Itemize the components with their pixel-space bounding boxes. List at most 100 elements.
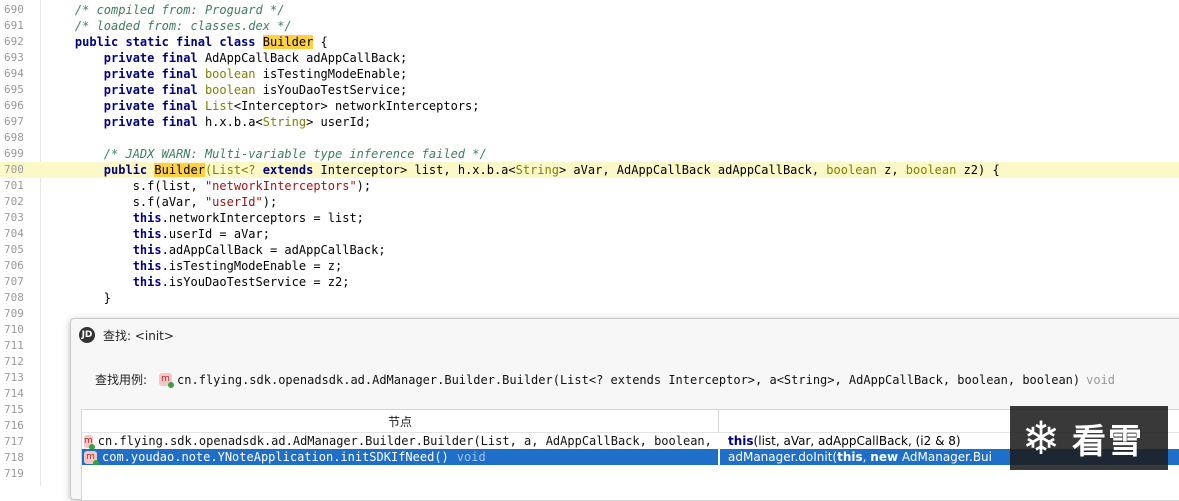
code-token: > aVar, AdAppCallBack adAppCallBack, (558, 163, 827, 177)
code-token: Builder (262, 35, 314, 49)
code-token: ); (262, 195, 278, 209)
code-line[interactable]: 697 private final h.x.b.a<String> userId… (0, 114, 1179, 130)
code-token: String (262, 115, 307, 129)
code-token: "networkInterceptors" (204, 179, 357, 193)
code-token: this (132, 275, 162, 289)
code-line[interactable]: 702 s.f(aVar, "userId"); (0, 194, 1179, 210)
line-number: 690 (4, 3, 24, 16)
line-number: 712 (4, 355, 24, 368)
code-line[interactable]: 704 this.userId = aVar; (0, 226, 1179, 242)
code-text: /* compiled from: Proguard */ (46, 2, 285, 18)
code-line[interactable]: 691 /* loaded from: classes.dex */ (0, 18, 1179, 34)
code-token: boolean (905, 163, 957, 177)
usage-return-type: void (456, 450, 486, 464)
code-line[interactable]: 700 public Builder(List<? extends Interc… (0, 162, 1179, 178)
watermark-text: 看雪 (1072, 421, 1144, 462)
column-header-node[interactable]: 节点 (82, 410, 719, 433)
code-token: .userId = aVar; (161, 227, 270, 241)
code-token: isYouDaoTestService; (255, 83, 408, 97)
code-text: s.f(list, "networkInterceptors"); (46, 178, 371, 194)
usage-row[interactable]: m cn.flying.sdk.openadsdk.ad.AdManager.B… (82, 433, 718, 449)
line-number: 695 (4, 83, 24, 96)
code-line[interactable]: 707 this.isYouDaoTestService = z2; (0, 274, 1179, 290)
code-text: private final AdAppCallBack adAppCallBac… (46, 50, 407, 66)
code-line[interactable]: 694 private final boolean isTestingModeE… (0, 66, 1179, 82)
code-token: { (313, 35, 328, 49)
code-line[interactable]: 695 private final boolean isYouDaoTestSe… (0, 82, 1179, 98)
line-number: 691 (4, 19, 24, 32)
code-line[interactable]: 692 public static final class Builder { (0, 34, 1179, 50)
code-text: /* loaded from: classes.dex */ (46, 18, 292, 34)
line-number: 702 (4, 195, 24, 208)
code-token: public (103, 163, 155, 177)
line-number: 714 (4, 387, 24, 400)
line-number: 699 (4, 147, 24, 160)
code-line[interactable]: 705 this.adAppCallBack = adAppCallBack; (0, 242, 1179, 258)
code-line[interactable]: 699 /* JADX WARN: Multi-variable type in… (0, 146, 1179, 162)
jadx-logo-icon: JD (79, 327, 95, 343)
code-token: /* JADX WARN: Multi-variable type infere… (103, 147, 487, 161)
code-line[interactable]: 708 } (0, 290, 1179, 306)
line-number: 715 (4, 403, 24, 416)
code-token: h.x.b.a< (204, 115, 263, 129)
line-number: 713 (4, 371, 24, 384)
method-icon: m (84, 434, 95, 449)
code-line[interactable]: 693 private final AdAppCallBack adAppCal… (0, 50, 1179, 66)
line-number: 717 (4, 435, 24, 448)
code-text: /* JADX WARN: Multi-variable type infere… (46, 146, 487, 162)
code-token: this (132, 211, 162, 225)
dialog-title: 查找: <init> (103, 328, 174, 343)
code-token: /* loaded from: classes.dex */ (74, 19, 292, 33)
kanxue-watermark: ❄ 看雪 (1010, 406, 1168, 470)
code-token: private final (103, 83, 205, 97)
code-token: private final (103, 51, 205, 65)
code-token: s.f(list, (46, 179, 205, 193)
line-number: 700 (4, 163, 24, 176)
line-number: 705 (4, 243, 24, 256)
line-number: 692 (4, 35, 24, 48)
code-token: Interceptor> list, h.x.b.a< (320, 163, 516, 177)
code-token: .adAppCallBack = adAppCallBack; (161, 243, 386, 257)
code-token: /* compiled from: Proguard */ (74, 3, 285, 17)
line-number: 698 (4, 131, 24, 144)
line-number: 697 (4, 115, 24, 128)
code-text: public Builder(List<? extends Intercepto… (46, 162, 1000, 178)
line-number: 710 (4, 323, 24, 336)
code-text: (list, aVar, adAppCallBack, (i2 & 8) (753, 434, 965, 448)
code-token: (List<? (204, 163, 263, 177)
code-line[interactable]: 698 (0, 130, 1179, 146)
find-usages-label: 查找用例: (95, 373, 148, 387)
code-text: adManager.doInit( (728, 450, 838, 464)
code-token: s.f(aVar, (46, 195, 205, 209)
code-token: boolean (826, 163, 877, 177)
line-number: 709 (4, 307, 24, 320)
code-text: private final List<Interceptor> networkI… (46, 98, 480, 114)
code-line[interactable]: 690 /* compiled from: Proguard */ (0, 2, 1179, 18)
code-token: AdAppCallBack adAppCallBack; (204, 51, 408, 65)
line-number: 703 (4, 211, 24, 224)
code-token: > userId; (306, 115, 372, 129)
code-line[interactable]: 696 private final List<Interceptor> netw… (0, 98, 1179, 114)
code-token: boolean (204, 67, 256, 81)
code-line[interactable]: 703 this.networkInterceptors = list; (0, 210, 1179, 226)
line-number: 711 (4, 339, 24, 352)
usage-row-selected[interactable]: m com.youdao.note.YNoteApplication.initS… (82, 449, 718, 465)
code-token: List (204, 99, 234, 113)
line-number: 718 (4, 451, 24, 464)
code-line[interactable]: 706 this.isTestingModeEnable = z; (0, 258, 1179, 274)
code-text: } (46, 290, 111, 306)
method-signature: cn.flying.sdk.openadsdk.ad.AdManager.Bui… (177, 372, 1081, 387)
code-text: s.f(aVar, "userId"); (46, 194, 278, 210)
code-line[interactable]: 701 s.f(list, "networkInterceptors"); (0, 178, 1179, 194)
code-token: this (132, 259, 162, 273)
